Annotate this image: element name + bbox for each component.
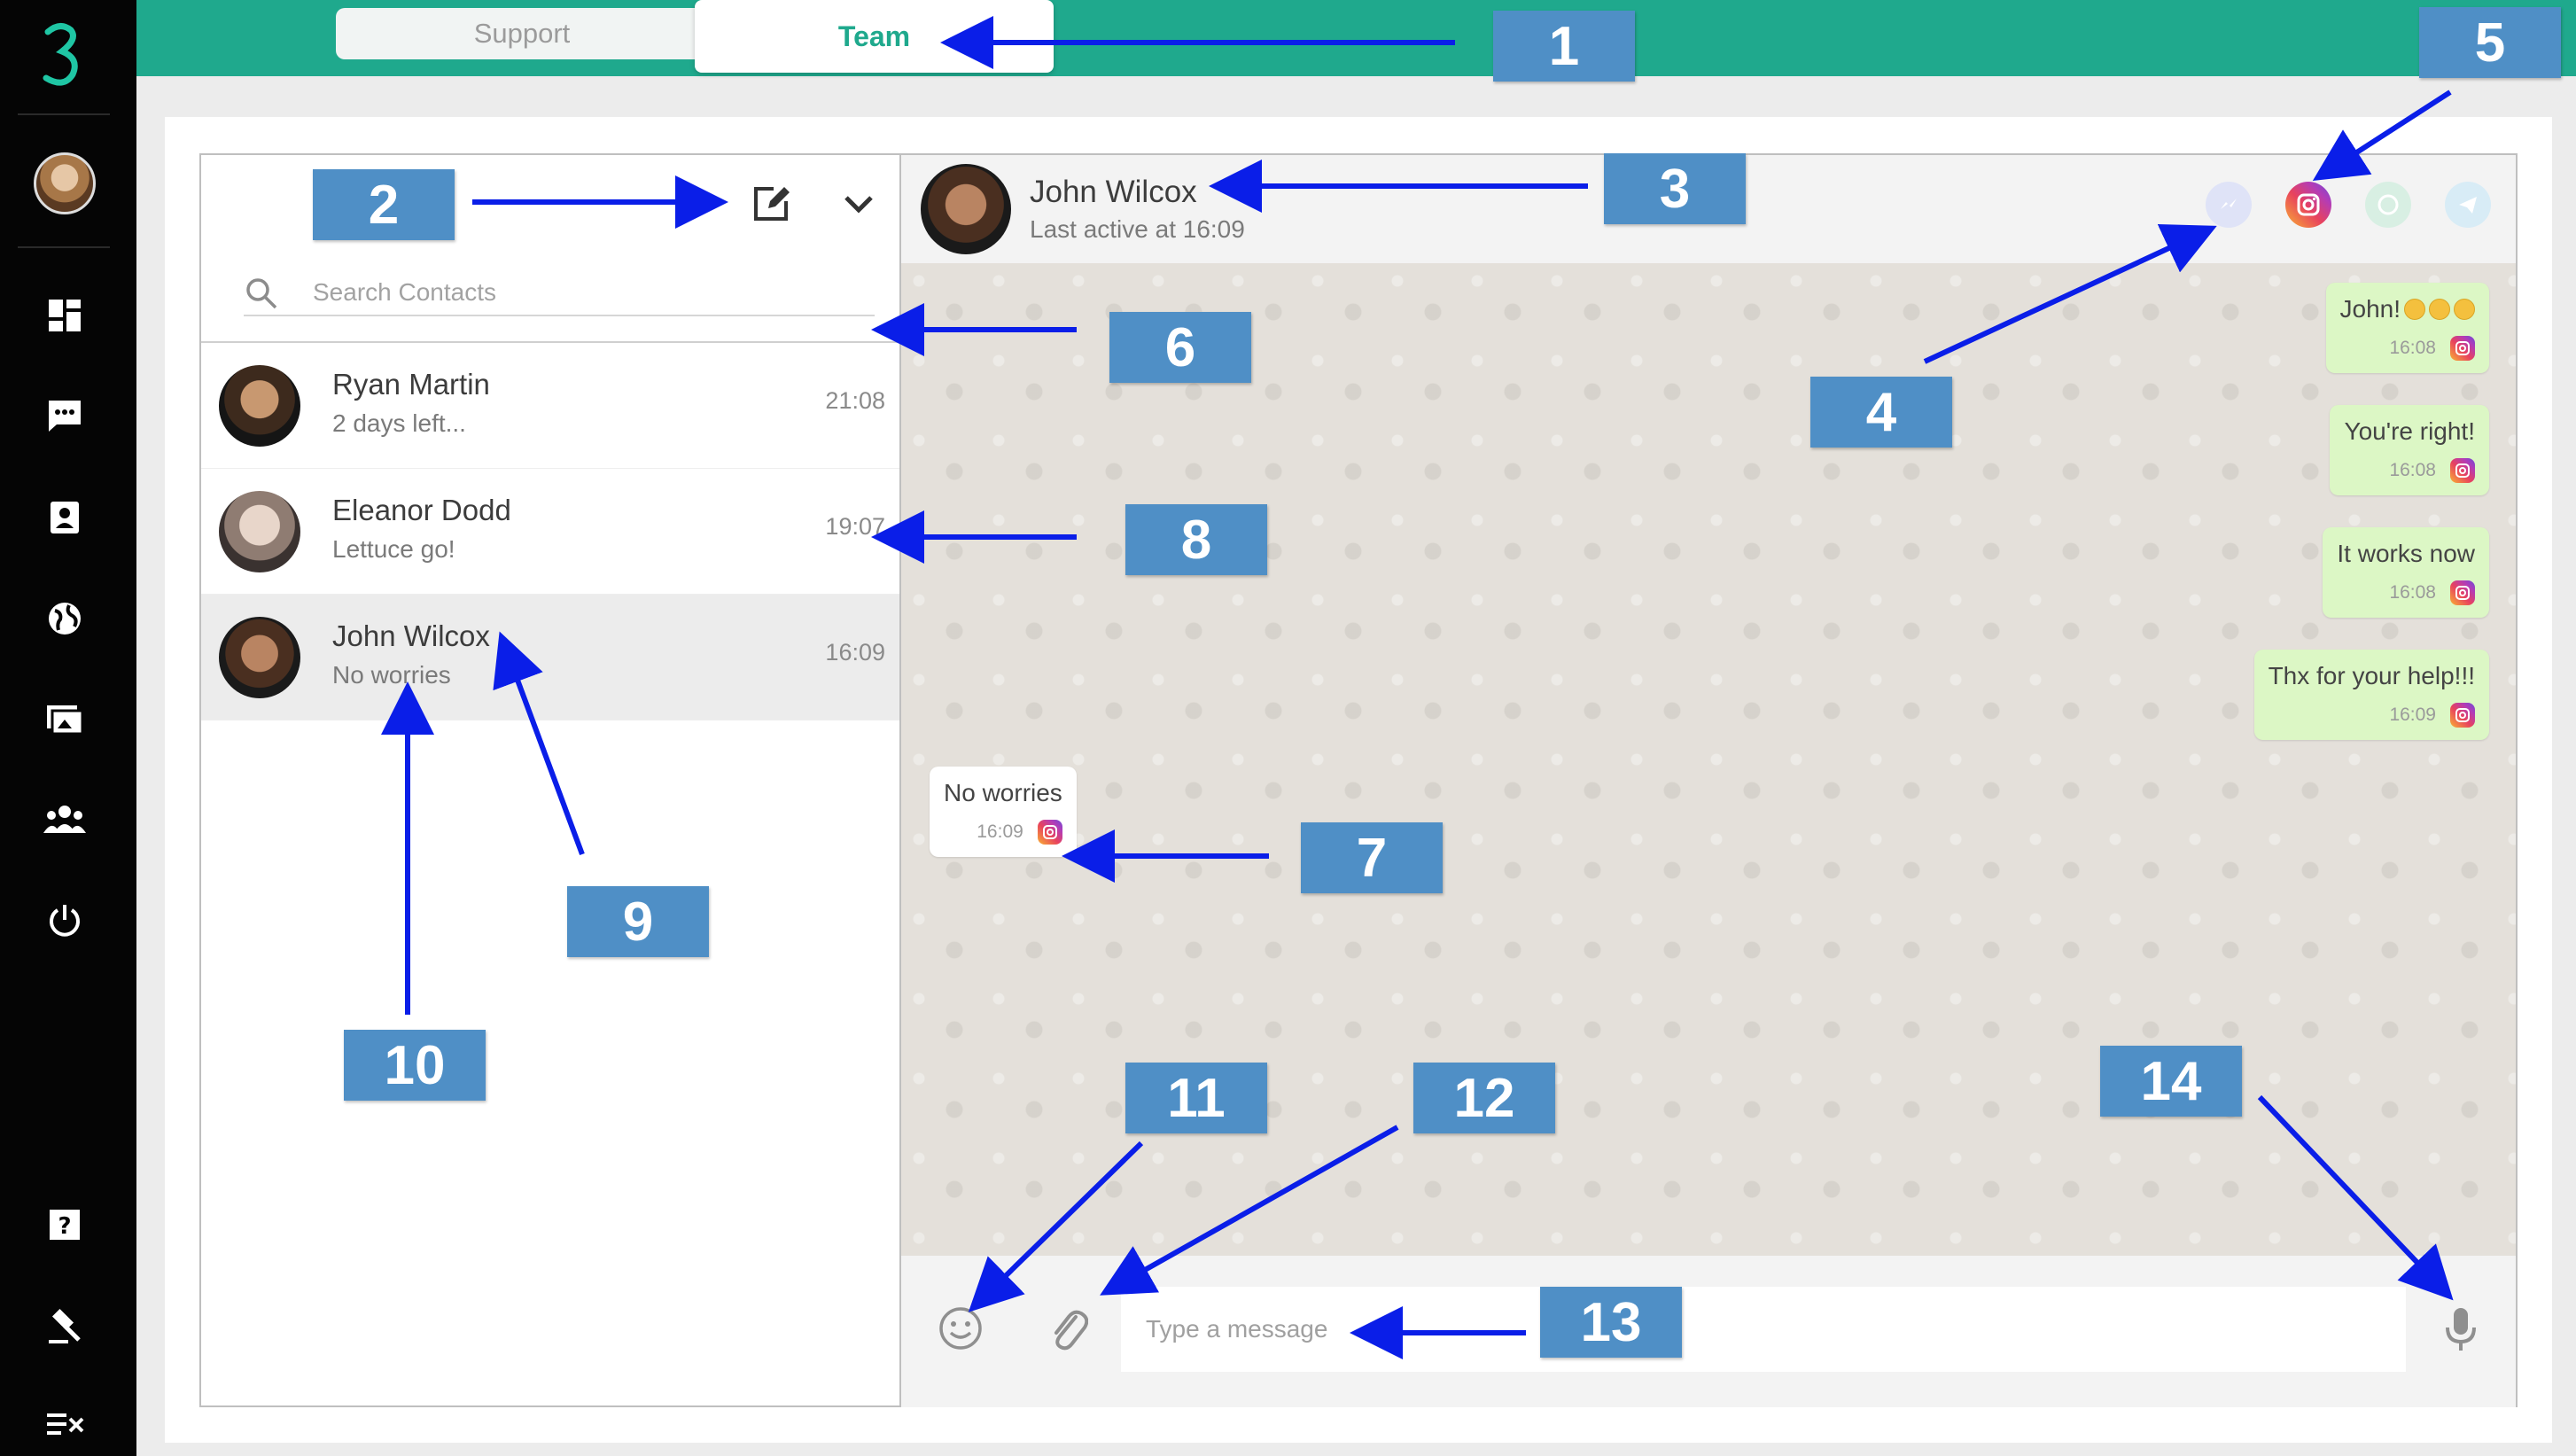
annotation-label: 12 bbox=[1413, 1063, 1555, 1133]
whatsapp-icon[interactable] bbox=[2365, 182, 2411, 228]
message-text: No worries bbox=[944, 779, 1062, 806]
team-icon[interactable] bbox=[42, 796, 88, 842]
emoji-icon bbox=[2429, 299, 2450, 320]
contacts-toolbar bbox=[751, 182, 878, 224]
tasks-icon[interactable] bbox=[42, 1402, 88, 1448]
top-bar: Support Team bbox=[136, 0, 2576, 76]
tab-support[interactable]: Support bbox=[336, 8, 708, 59]
contact-avatar bbox=[219, 365, 300, 447]
instagram-icon bbox=[2450, 703, 2475, 728]
message-time: 16:08 bbox=[2389, 582, 2436, 603]
annotation-label: 9 bbox=[567, 886, 709, 957]
chat-contact-name: John Wilcox bbox=[1030, 175, 1197, 209]
instagram-icon bbox=[2450, 580, 2475, 605]
annotation-label: 10 bbox=[344, 1030, 486, 1101]
annotation-label: 1 bbox=[1493, 11, 1635, 82]
annotation-label: 4 bbox=[1810, 377, 1952, 448]
message-time: 16:08 bbox=[2389, 460, 2436, 480]
instagram-icon bbox=[2450, 458, 2475, 483]
message-text: John! bbox=[2339, 295, 2401, 323]
contact-row[interactable]: Ryan Martin 2 days left... 21:08 bbox=[201, 343, 901, 469]
logo-icon[interactable] bbox=[35, 19, 85, 90]
contact-time: 16:09 bbox=[825, 639, 885, 666]
chevron-down-icon[interactable] bbox=[839, 182, 878, 224]
annotation-label: 7 bbox=[1301, 822, 1443, 893]
contact-avatar bbox=[219, 617, 300, 698]
message-text: It works now bbox=[2337, 540, 2475, 567]
contact-row-selected[interactable]: John Wilcox No worries 16:09 bbox=[201, 595, 901, 720]
annotation-label: 14 bbox=[2100, 1046, 2242, 1117]
contact-time: 19:07 bbox=[825, 513, 885, 540]
smiley-icon bbox=[939, 1307, 982, 1350]
voice-record-button[interactable] bbox=[2432, 1300, 2489, 1357]
channel-selector bbox=[2206, 182, 2491, 228]
emoji-icon bbox=[2454, 299, 2475, 320]
dashboard-icon[interactable] bbox=[42, 292, 88, 339]
message-text: Thx for your help!!! bbox=[2268, 662, 2475, 689]
tab-team[interactable]: Team bbox=[695, 0, 1054, 73]
instagram-icon bbox=[2450, 336, 2475, 361]
gavel-icon[interactable] bbox=[42, 1303, 88, 1349]
paperclip-icon bbox=[1055, 1310, 1088, 1351]
compose-icon[interactable] bbox=[751, 182, 793, 224]
contact-preview: Lettuce go! bbox=[332, 535, 455, 563]
message-bubble-outgoing: You're right! 16:08 bbox=[2330, 405, 2489, 495]
messenger-icon[interactable] bbox=[2206, 182, 2252, 228]
contact-preview: 2 days left... bbox=[332, 409, 466, 437]
chat-last-active: Last active at 16:09 bbox=[1030, 215, 1245, 243]
contact-preview: No worries bbox=[332, 661, 451, 689]
message-bubble-outgoing: It works now 16:08 bbox=[2323, 527, 2489, 618]
contact-name: Ryan Martin bbox=[332, 368, 490, 401]
contacts-panel: Search Contacts Ryan Martin 2 days left.… bbox=[199, 153, 901, 1407]
svg-text:?: ? bbox=[58, 1213, 71, 1240]
left-rail: ? bbox=[0, 0, 136, 1456]
search-bar[interactable]: Search Contacts bbox=[244, 270, 875, 316]
power-icon[interactable] bbox=[42, 897, 88, 943]
message-time: 16:09 bbox=[977, 821, 1023, 842]
contact-name: John Wilcox bbox=[332, 619, 490, 652]
contact-row[interactable]: Eleanor Dodd Lettuce go! 19:07 bbox=[201, 469, 901, 595]
rail-divider bbox=[18, 246, 110, 248]
annotation-label: 6 bbox=[1109, 312, 1251, 383]
contact-list: Ryan Martin 2 days left... 21:08 Eleanor… bbox=[201, 341, 901, 720]
user-avatar[interactable] bbox=[34, 152, 96, 214]
help-icon[interactable]: ? bbox=[42, 1202, 88, 1248]
media-icon[interactable] bbox=[42, 697, 88, 743]
instagram-icon[interactable] bbox=[2285, 182, 2331, 228]
message-bubble-outgoing: Thx for your help!!! 16:09 bbox=[2253, 650, 2489, 740]
attach-button[interactable] bbox=[1039, 1300, 1095, 1357]
emoji-button[interactable] bbox=[932, 1300, 989, 1357]
contact-name: Eleanor Dodd bbox=[332, 494, 511, 526]
annotation-label: 3 bbox=[1604, 153, 1746, 224]
contact-avatar bbox=[219, 491, 300, 572]
instagram-icon bbox=[1037, 820, 1062, 845]
search-input[interactable]: Search Contacts bbox=[313, 278, 496, 307]
chat-avatar[interactable] bbox=[921, 164, 1011, 254]
rail-divider bbox=[18, 113, 110, 115]
message-bubble-incoming: No worries 16:09 bbox=[930, 767, 1077, 857]
contacts-icon[interactable] bbox=[42, 494, 88, 541]
message-time: 16:09 bbox=[2389, 705, 2436, 725]
message-input[interactable] bbox=[1121, 1287, 2406, 1372]
annotation-label: 2 bbox=[313, 169, 455, 240]
contact-time: 21:08 bbox=[825, 387, 885, 414]
search-icon bbox=[246, 278, 277, 309]
message-time: 16:08 bbox=[2389, 338, 2436, 358]
microphone-icon bbox=[2446, 1308, 2476, 1351]
annotation-label: 5 bbox=[2419, 7, 2561, 78]
telegram-icon[interactable] bbox=[2445, 182, 2491, 228]
annotation-label: 8 bbox=[1125, 504, 1267, 575]
message-bubble-outgoing: John! 16:08 bbox=[2325, 283, 2489, 373]
emoji-icon bbox=[2404, 299, 2425, 320]
annotation-label: 11 bbox=[1125, 1063, 1267, 1133]
annotation-label: 13 bbox=[1540, 1287, 1682, 1358]
message-composer bbox=[901, 1256, 2516, 1407]
chat-icon[interactable] bbox=[42, 393, 88, 440]
globe-icon[interactable] bbox=[42, 596, 88, 642]
message-text: You're right! bbox=[2344, 417, 2475, 445]
